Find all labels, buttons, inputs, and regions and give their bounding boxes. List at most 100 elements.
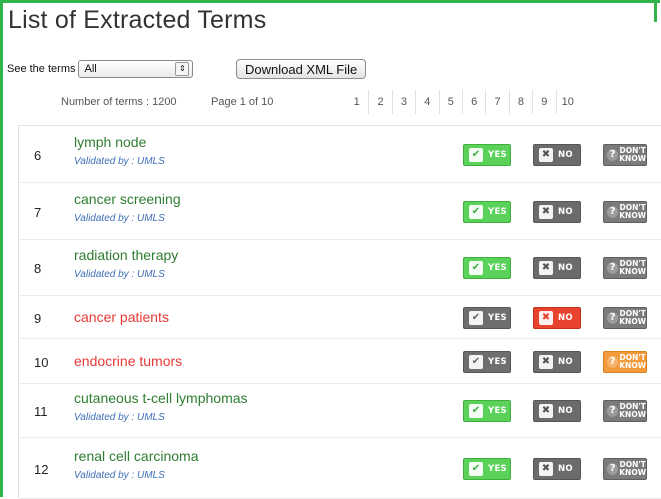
yes-button[interactable]: ✔ YES <box>463 457 511 480</box>
yes-button[interactable]: ✔ YES <box>463 257 511 279</box>
no-button[interactable]: ✖ NO <box>533 306 581 329</box>
x-icon: ✖ <box>539 404 553 418</box>
yes-button[interactable]: ✔ YES <box>463 400 511 422</box>
page-link-6[interactable]: 6 <box>461 90 485 114</box>
yes-label: YES <box>488 463 507 474</box>
check-icon: ✔ <box>469 354 483 369</box>
dont-know-line2: KNOW <box>619 410 646 419</box>
page-link-2[interactable]: 2 <box>368 90 391 114</box>
see-terms-label: See the terms <box>7 63 76 75</box>
validated-by-label: Validated by : UMLS <box>74 269 165 280</box>
no-label: NO <box>558 356 573 367</box>
no-button[interactable]: ✖ NO <box>533 200 581 223</box>
question-icon: ? <box>607 462 619 475</box>
term-count: Number of terms : 1200 <box>61 96 177 108</box>
term-number: 11 <box>34 404 48 419</box>
page-link-3[interactable]: 3 <box>391 90 415 114</box>
check-icon: ✔ <box>469 461 483 476</box>
term-row: 6 lymph node Validated by : UMLS ✔ YES ✖ NO ? DO… <box>19 126 661 183</box>
term-text: cancer patients <box>74 308 169 325</box>
no-label: NO <box>558 406 573 416</box>
dont-know-label: DON'T KNOW <box>619 353 646 370</box>
yes-button[interactable]: ✔ YES <box>463 200 511 223</box>
dont-know-button[interactable]: ? DON'T KNOW <box>603 350 647 373</box>
dont-know-button[interactable]: ? DON'T KNOW <box>603 200 647 223</box>
dont-know-button[interactable]: ? DON'T KNOW <box>603 457 647 480</box>
dont-know-label: DON'T KNOW <box>619 260 646 276</box>
term-row: 9 cancer patients ✔ YES ✖ NO? DON'T KNOW <box>19 296 661 339</box>
yes-button[interactable]: ✔ YES <box>463 143 511 166</box>
dont-know-label: DON'T KNOW <box>619 203 646 220</box>
page-link-10[interactable]: 10 <box>555 90 579 114</box>
term-text: radiation therapy <box>74 247 179 263</box>
dont-know-button[interactable]: ? DON'T KNOW <box>603 306 647 329</box>
dont-know-line2: KNOW <box>619 316 646 326</box>
term-text: endocrine tumors <box>74 352 183 369</box>
term-number: 10 <box>34 354 49 370</box>
term-number: 6 <box>34 147 42 163</box>
question-icon: ? <box>607 311 619 324</box>
dont-know-button[interactable]: ? DON'T KNOW <box>603 143 647 166</box>
page-title: List of Extracted Terms <box>8 6 267 34</box>
yes-label: YES <box>488 312 507 323</box>
no-button[interactable]: ✖ NO <box>533 400 581 422</box>
yes-label: YES <box>488 149 507 160</box>
term-text: cancer screening <box>74 190 181 207</box>
check-icon: ✔ <box>469 310 483 325</box>
x-icon: ✖ <box>539 310 553 325</box>
question-icon: ? <box>607 405 619 417</box>
page-indicator: Page 1 of 10 <box>211 96 274 108</box>
page-link-4[interactable]: 4 <box>415 90 438 114</box>
dont-know-line2: KNOW <box>619 467 646 477</box>
validated-by-label: Validated by : UMLS <box>74 155 165 167</box>
check-icon: ✔ <box>469 261 483 275</box>
page-link-5[interactable]: 5 <box>438 90 462 114</box>
term-number: 8 <box>34 261 42 276</box>
dont-know-label: DON'T KNOW <box>619 460 646 477</box>
x-icon: ✖ <box>539 204 553 219</box>
x-icon: ✖ <box>539 354 553 369</box>
page-link-9[interactable]: 9 <box>532 90 555 114</box>
dont-know-label: DON'T KNOW <box>619 309 646 326</box>
yes-label: YES <box>488 206 507 217</box>
yes-label: YES <box>488 356 507 367</box>
page-link-7[interactable]: 7 <box>485 90 508 114</box>
no-button[interactable]: ✖ NO <box>533 457 581 480</box>
term-number: 9 <box>34 310 42 326</box>
question-icon: ? <box>607 355 619 368</box>
no-label: NO <box>558 206 573 217</box>
page-link-8[interactable]: 8 <box>508 90 532 114</box>
term-row: 10 endocrine tumors ✔ YES ✖ NO? DON'T KNOW <box>19 339 661 384</box>
term-text: renal cell carcinoma <box>74 447 199 464</box>
term-number: 12 <box>34 461 49 477</box>
yes-button[interactable]: ✔ YES <box>463 306 511 329</box>
filter-bar: See the terms All ⇕ <box>7 58 194 80</box>
term-text: lymph node <box>74 133 147 150</box>
validated-by-label: Validated by : UMLS <box>74 412 165 423</box>
dont-know-button[interactable]: ? DON'T KNOW <box>603 257 647 279</box>
dont-know-line2: KNOW <box>619 360 646 370</box>
validated-by-label: Validated by : UMLS <box>74 469 165 481</box>
dont-know-label: DON'T KNOW <box>619 146 646 163</box>
yes-button[interactable]: ✔ YES <box>463 350 511 373</box>
term-row: 8 radiation therapy Validated by : UMLS ✔ YE… <box>19 240 661 296</box>
terms-filter-select[interactable]: All ⇕ <box>78 60 194 78</box>
no-button[interactable]: ✖ NO <box>533 143 581 166</box>
download-xml-button[interactable]: Download XML File <box>236 59 367 79</box>
select-arrows-icon: ⇕ <box>175 62 190 76</box>
no-button[interactable]: ✖ NO <box>533 350 581 373</box>
terms-list: 6 lymph node Validated by : UMLS ✔ YES ✖ NO? DO… <box>18 125 661 499</box>
dont-know-line2: KNOW <box>619 267 646 276</box>
no-button[interactable]: ✖ NO <box>533 257 581 279</box>
x-icon: ✖ <box>539 147 553 162</box>
check-icon: ✔ <box>469 204 483 219</box>
terms-filter-value: All <box>84 63 97 75</box>
dont-know-button[interactable]: ? DON'T KNOW <box>603 400 647 422</box>
no-label: NO <box>558 263 573 273</box>
page-link-1[interactable]: 1 <box>345 90 368 114</box>
term-row: 11 cutaneous t-cell lymphomas Validated by… <box>19 384 661 438</box>
dont-know-label: DON'T KNOW <box>619 403 646 419</box>
x-icon: ✖ <box>539 261 553 275</box>
yes-label: YES <box>488 406 507 416</box>
pagination: 1 2 3 4 5 6 7 8 9 10 <box>345 90 579 114</box>
